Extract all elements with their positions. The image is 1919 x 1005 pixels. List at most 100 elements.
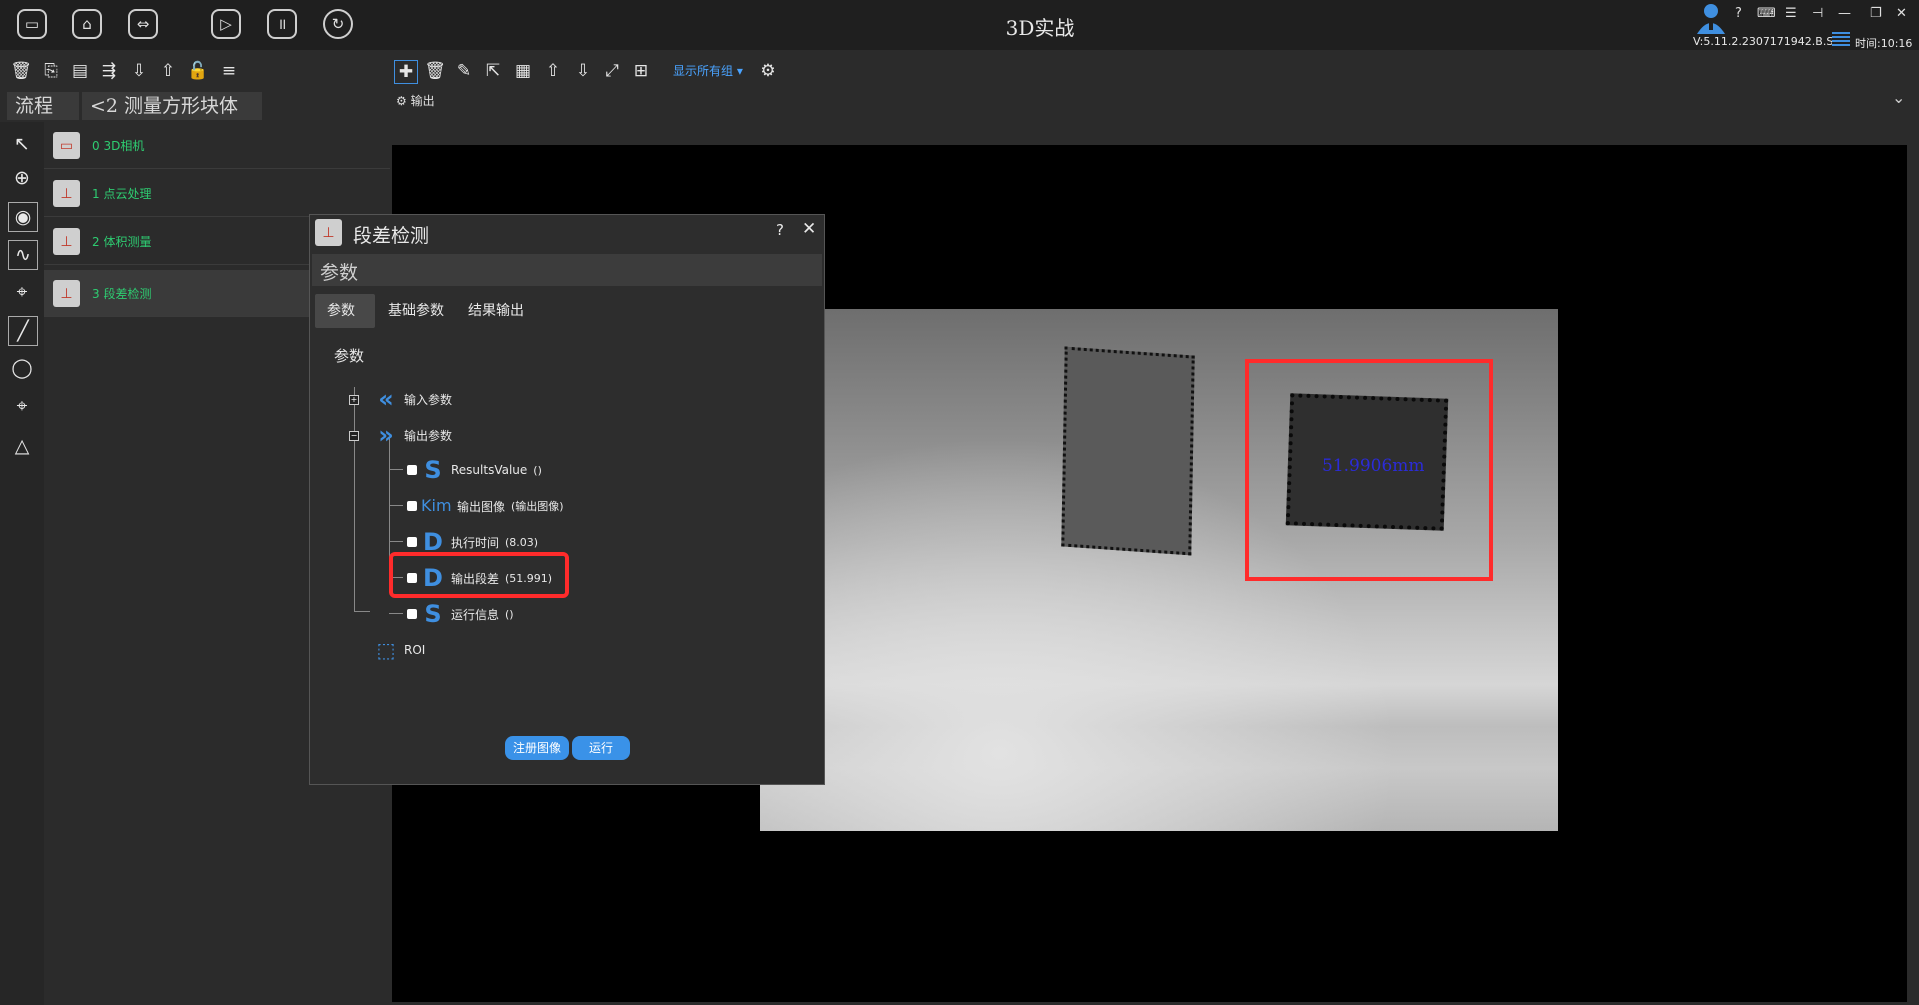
image-source-icon[interactable]: ◉ <box>8 202 38 232</box>
node-value: (8.03) <box>505 535 539 549</box>
tree-node-run-info[interactable]: S 运行信息 () <box>407 602 514 626</box>
grid-layout-icon[interactable]: ⊞ <box>630 60 652 82</box>
lock-icon[interactable]: 🔓 <box>187 60 209 82</box>
image-type-icon: Kim <box>421 496 452 515</box>
checkbox[interactable] <box>407 465 417 475</box>
clock-label: 时间:10:16 <box>1855 37 1913 50</box>
tab-measure-volume[interactable]: <2 测量方形块体积 <box>82 92 262 145</box>
user-avatar-icon[interactable] <box>1694 2 1728 34</box>
roi-icon: ⬚ <box>376 638 396 662</box>
section-label: 参数 <box>320 262 359 284</box>
loop-run-icon[interactable]: ↻ <box>323 9 353 39</box>
tree-node-output-params[interactable]: » 输出参数 <box>374 423 452 447</box>
node-value: () <box>505 607 514 621</box>
delete-icon[interactable]: 🗑 <box>424 60 446 82</box>
target-tool-icon[interactable]: ⌖ <box>8 392 36 420</box>
open-folder-icon[interactable]: ▭ <box>17 9 47 39</box>
help-icon[interactable]: ? <box>776 221 784 239</box>
keyboard-icon[interactable]: ⌨ <box>1757 6 1776 21</box>
tree-node-results-value[interactable]: S ResultsValue () <box>407 458 542 482</box>
select-pointer-icon[interactable]: ↖ <box>8 130 36 158</box>
app-title: 3D实战 <box>1005 16 1075 40</box>
node-label: 执行时间 <box>451 535 500 550</box>
crosshair-tool-icon[interactable]: ⌖ <box>8 278 36 306</box>
double-chevron-right-icon: » <box>378 421 394 449</box>
restore-icon[interactable]: ❐ <box>1870 6 1882 21</box>
settings-gear-icon[interactable]: ⚙ <box>757 60 779 82</box>
expand-toggle[interactable]: + <box>349 395 359 405</box>
circle-tool-icon[interactable]: ◯ <box>8 354 36 382</box>
flow-item-point-cloud[interactable]: ⊥ 1 点云处理 <box>44 170 390 217</box>
checkbox[interactable] <box>407 609 417 619</box>
copy-icon[interactable]: ⎘ <box>40 60 62 82</box>
node-label: 输入参数 <box>404 392 453 407</box>
move-down-icon[interactable]: ⇩ <box>128 60 150 82</box>
brush-icon[interactable]: ✎ <box>453 60 475 82</box>
output-header <box>392 90 1919 112</box>
arrow-up-icon[interactable]: ⇧ <box>542 60 564 82</box>
home-icon[interactable]: ⌂ <box>72 9 102 39</box>
run-icon[interactable]: ▷ <box>211 9 241 39</box>
line-tool-icon[interactable]: ╱ <box>8 316 38 346</box>
string-type-icon: S <box>424 600 442 628</box>
tree-node-exec-time[interactable]: D 执行时间 (8.03) <box>407 530 538 554</box>
help-icon[interactable]: ? <box>1735 6 1742 21</box>
add-icon[interactable]: ✚ <box>394 60 418 84</box>
measurement-label: 51.9906mm <box>1322 456 1425 476</box>
delete-icon[interactable]: 🗑 <box>10 60 32 82</box>
highlight-box <box>389 552 569 598</box>
pointer-icon[interactable]: ⇱ <box>482 60 504 82</box>
menu-icon[interactable]: ☰ <box>1785 6 1797 21</box>
dialog-title: 段差检测 <box>353 225 430 247</box>
node-label: 输出参数 <box>404 428 453 443</box>
arrow-down-icon[interactable]: ⇩ <box>572 60 594 82</box>
chart-icon[interactable]: ∿ <box>8 240 38 270</box>
tree-node-input-params[interactable]: « 输入参数 <box>374 387 452 411</box>
checkbox[interactable] <box>407 537 417 547</box>
tab-basic-params[interactable]: 基础参数 <box>376 294 456 328</box>
string-type-icon: S <box>424 456 442 484</box>
dialog-section-bar: 参数 <box>312 254 822 286</box>
close-window-icon[interactable]: ✕ <box>1896 6 1907 21</box>
shapes-tool-icon[interactable]: △ <box>8 432 36 460</box>
title-bar: ▭ ⌂ ⇔ ▷ ॥ ↻ 3D实战 ? ⌨ ☰ ⊣ — ❐ ✕ V:5.11.2.… <box>0 0 1919 50</box>
minimize-icon[interactable]: — <box>1838 6 1851 21</box>
flow-item-label: 1 点云处理 <box>92 187 152 201</box>
tab-result-output[interactable]: 结果输出 <box>456 294 536 328</box>
move-up-icon[interactable]: ⇧ <box>157 60 179 82</box>
close-icon[interactable]: ✕ <box>802 219 816 239</box>
step-icon[interactable]: ⇶ <box>98 60 120 82</box>
tree-node-roi[interactable]: ⬚ ROI <box>374 638 426 662</box>
node-value: () <box>533 463 542 477</box>
tree-node-output-image[interactable]: Kim 输出图像 (输出图像) <box>407 494 564 518</box>
show-all-groups-dropdown[interactable]: 显示所有组 ▾ <box>673 62 743 79</box>
node-label: 运行信息 <box>451 607 500 622</box>
pin-icon[interactable]: ⊣ <box>1812 6 1823 21</box>
output-title-label: 输出 <box>410 94 435 108</box>
calculator-icon[interactable]: ▦ <box>512 60 534 82</box>
usb-icon[interactable]: ⇔ <box>128 9 158 39</box>
run-button[interactable]: 运行 <box>572 736 630 760</box>
version-label: V:5.11.2.2307171942.B.S.N <box>1693 35 1846 48</box>
collapse-toggle[interactable]: − <box>349 431 359 441</box>
collapse-chevron-icon[interactable]: ⌄ <box>1892 88 1905 107</box>
checkbox[interactable] <box>407 501 417 511</box>
dialog-header[interactable]: ⊥ 段差检测 ? ✕ <box>310 215 824 251</box>
flow-item-label: 0 3D相机 <box>92 139 145 153</box>
tree-line <box>354 611 370 612</box>
pause-icon[interactable]: ॥ <box>267 9 297 39</box>
node-label: ResultsValue <box>451 463 528 477</box>
register-image-button[interactable]: 注册图像 <box>505 736 569 760</box>
tab-flowchart[interactable]: 流程图 <box>7 92 79 145</box>
gear-icon: ⚙ <box>396 94 407 108</box>
flow-item-label: 2 体积测量 <box>92 235 152 249</box>
list-icon[interactable]: ≡ <box>218 60 240 82</box>
axis-icon: ⊥ <box>53 280 80 307</box>
tab-params[interactable]: 参数 <box>315 294 375 328</box>
save-icon[interactable]: ▤ <box>69 60 91 82</box>
add-circle-icon[interactable]: ⊕ <box>8 164 36 192</box>
expand-icon[interactable]: ⤢ <box>601 60 623 82</box>
flow-item-3d-camera[interactable]: ▭ 0 3D相机 <box>44 122 390 169</box>
tree-line <box>389 469 403 470</box>
params-heading: 参数 <box>334 347 365 365</box>
